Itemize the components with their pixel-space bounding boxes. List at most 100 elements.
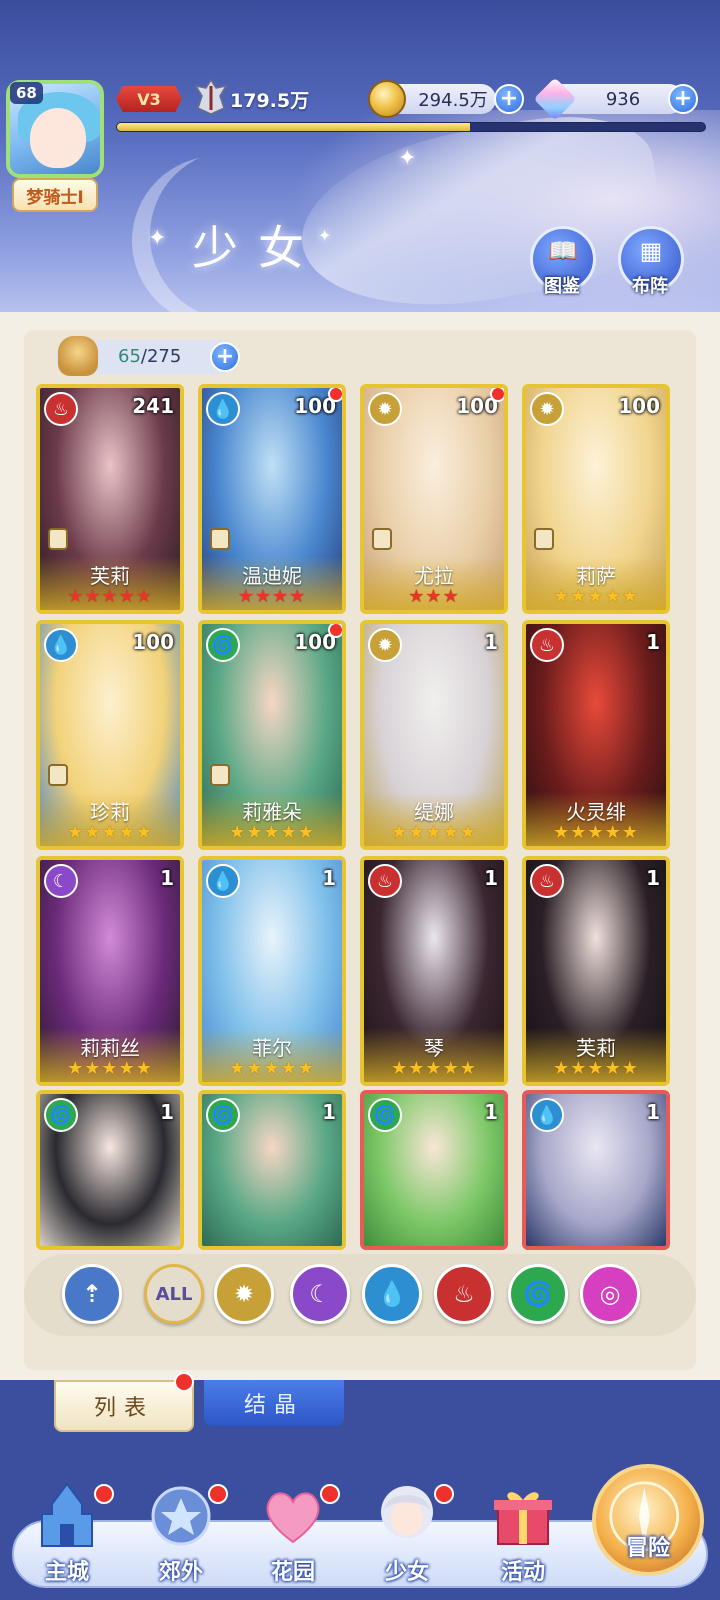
filter-wind-button[interactable]: 🌀 — [508, 1264, 568, 1324]
star-icon: ★ — [604, 1058, 622, 1079]
filter-all-button[interactable]: ALL — [144, 1264, 204, 1324]
role-icon — [534, 528, 554, 550]
star-icon: ★ — [621, 1058, 639, 1079]
nav-main-city[interactable]: 主城 — [12, 1480, 122, 1590]
filter-dark-button[interactable]: ☾ — [290, 1264, 350, 1324]
nav-garden[interactable]: 花园 — [238, 1480, 348, 1590]
card-level: 1 — [484, 1100, 498, 1124]
girl-card[interactable]: 🌀 100 莉雅朵 ★★★★★ — [198, 620, 346, 850]
role-icon — [48, 764, 68, 786]
filter-fire-button[interactable]: ♨ — [434, 1264, 494, 1324]
add-gold-button[interactable]: + — [494, 84, 524, 114]
nav-events-label: 活动 — [500, 1560, 545, 1585]
girl-card[interactable]: ♨ 1 火灵绯 ★★★★★ — [522, 620, 670, 850]
gift-icon — [494, 1492, 552, 1545]
star-icon: ★ — [587, 586, 605, 607]
sparkle-icon: ✦ — [398, 146, 417, 171]
card-level: 100 — [132, 630, 174, 654]
girl-card[interactable]: ✹ 1 缇娜 ★★★★★ — [360, 620, 508, 850]
star-icon: ★ — [297, 1058, 315, 1079]
girl-card[interactable]: ✹ 100 莉萨 ★★★★★ — [522, 384, 670, 614]
girl-card[interactable]: ✹ 100 尤拉 ★★★ — [360, 384, 508, 614]
star-icon: ★ — [263, 822, 281, 843]
tab-list[interactable]: 列表 — [54, 1380, 194, 1432]
card-level: 1 — [484, 630, 498, 654]
star-icon: ★ — [442, 1058, 460, 1079]
star-icon: ★ — [425, 586, 443, 607]
capacity-total: /275 — [140, 346, 182, 367]
star-icon: ★ — [67, 822, 85, 843]
star-icon: ★ — [391, 822, 409, 843]
filter-special-button[interactable]: ◎ — [580, 1264, 640, 1324]
role-icon — [210, 764, 230, 786]
add-gems-button[interactable]: + — [668, 84, 698, 114]
star-icon: ★ — [553, 586, 571, 607]
girl-portrait-icon — [381, 1486, 433, 1538]
nav-events[interactable]: 活动 — [468, 1480, 578, 1590]
star-icon: ★ — [570, 1058, 588, 1079]
girl-card[interactable]: 🌀 1 — [198, 1090, 346, 1250]
star-icon: ★ — [84, 822, 102, 843]
star-icon: ★ — [442, 822, 460, 843]
nav-girls[interactable]: 少女 — [352, 1480, 462, 1590]
notification-dot — [490, 388, 504, 402]
coin-icon — [368, 80, 406, 118]
book-icon: 📖 — [548, 237, 578, 265]
vip-badge[interactable]: V3 — [116, 86, 182, 112]
exp-bar — [116, 122, 706, 132]
role-icon — [48, 528, 68, 550]
girl-card[interactable]: 💧 100 温迪妮 ★★★★ — [198, 384, 346, 614]
tab-crystal[interactable]: 结晶 — [204, 1380, 344, 1426]
star-icon: ★ — [570, 586, 588, 607]
heart-icon — [266, 1492, 320, 1544]
girl-card[interactable]: 💧 1 菲尔 ★★★★★ — [198, 856, 346, 1086]
star-icon: ★ — [553, 1058, 571, 1079]
filter-water-button[interactable]: 💧 — [362, 1264, 422, 1324]
card-name: 火灵绯 — [566, 800, 626, 824]
nav-garden-label: 花园 — [270, 1560, 315, 1585]
girl-card[interactable]: 💧 100 珍莉 ★★★★★ — [36, 620, 184, 850]
card-level: 1 — [160, 866, 174, 890]
star-icon: ★ — [272, 586, 290, 607]
notification-dot — [320, 1484, 340, 1504]
star-icon: ★ — [587, 1058, 605, 1079]
filter-up-button[interactable]: ⇡ — [62, 1264, 122, 1324]
card-stars: ★★★★★ — [202, 1058, 342, 1079]
avatar-face — [30, 108, 86, 168]
filter-light-button[interactable]: ✹ — [214, 1264, 274, 1324]
light-element-icon: ✹ — [368, 628, 402, 662]
card-stars: ★★★★★ — [202, 822, 342, 843]
card-level: 241 — [132, 394, 174, 418]
girl-card[interactable]: ☾ 1 莉莉丝 ★★★★★ — [36, 856, 184, 1086]
expand-capacity-button[interactable]: + — [210, 342, 240, 372]
girl-card[interactable]: ♨ 241 芙莉 ★★★★★ — [36, 384, 184, 614]
star-icon: ★ — [408, 822, 426, 843]
capacity-current: 65 — [118, 346, 141, 367]
girl-card[interactable]: 🌀 1 — [360, 1090, 508, 1250]
notification-dot — [94, 1484, 114, 1504]
girl-card[interactable]: ♨ 1 芙莉 ★★★★★ — [522, 856, 670, 1086]
bag-icon — [58, 336, 98, 376]
adventure-button[interactable]: 冒险 — [592, 1464, 704, 1576]
notification-dot — [434, 1484, 454, 1504]
notification-dot — [328, 624, 342, 638]
card-stars: ★★★★★ — [526, 1058, 666, 1079]
star-icon: ★ — [442, 586, 460, 607]
dark-element-icon: ☾ — [44, 864, 78, 898]
player-name[interactable]: 梦骑士I — [12, 178, 98, 212]
nav-outskirts[interactable]: 郊外 — [126, 1480, 236, 1590]
star-icon: ★ — [408, 1058, 426, 1079]
nav-main-city-label: 主城 — [44, 1560, 89, 1585]
girl-card[interactable]: 💧 1 — [522, 1090, 670, 1250]
girl-card[interactable]: 🌀 1 — [36, 1090, 184, 1250]
star-icon: ★ — [408, 586, 426, 607]
girl-card[interactable]: ♨ 1 琴 ★★★★★ — [360, 856, 508, 1086]
card-level: 1 — [160, 1100, 174, 1124]
card-level: 1 — [646, 1100, 660, 1124]
card-level: 100 — [618, 394, 660, 418]
page-title: 少女 — [192, 221, 324, 275]
star-icon: ★ — [67, 586, 85, 607]
star-icon: ★ — [254, 586, 272, 607]
tab-list-notification — [174, 1372, 194, 1392]
card-name: 芙莉 — [90, 564, 130, 588]
